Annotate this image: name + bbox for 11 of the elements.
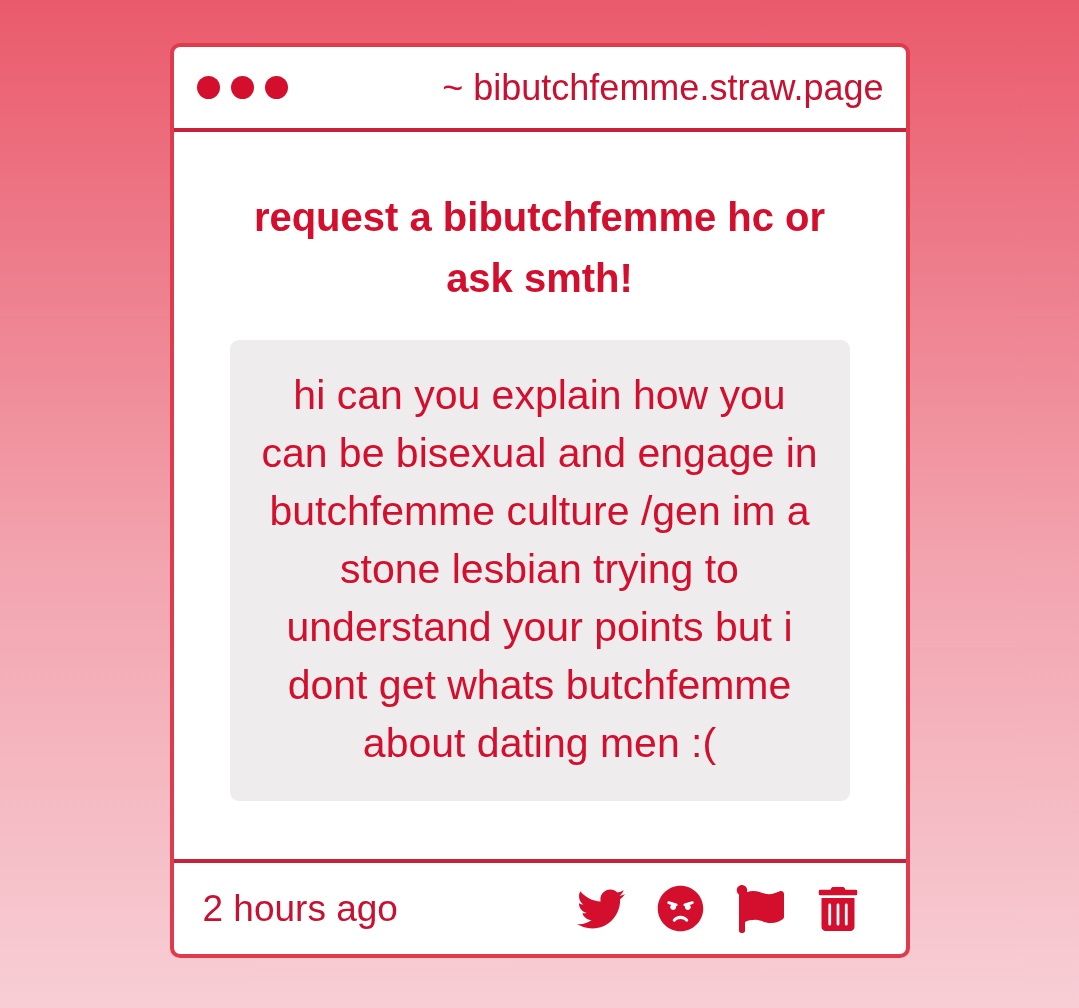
- angry-face-icon: [656, 885, 704, 932]
- report-button[interactable]: [735, 884, 784, 933]
- flag-icon: [735, 884, 784, 933]
- dot-icon: [196, 76, 220, 99]
- dot-icon: [264, 76, 288, 99]
- dot-icon: [230, 76, 254, 99]
- question-text: hi can you explain how you can be bisexual and engage in butchfemme culture /gen im a stone lesbian trying to understand your points but i dont get whats butchfemme about dating men :(: [229, 340, 850, 801]
- page-address: ~ bibutchfemme.straw.page: [442, 66, 884, 109]
- prompt-title: request a bibutchfemme hc or ask smth!: [252, 194, 827, 302]
- react-button[interactable]: [656, 885, 704, 932]
- time-ago: 2 hours ago: [202, 887, 398, 930]
